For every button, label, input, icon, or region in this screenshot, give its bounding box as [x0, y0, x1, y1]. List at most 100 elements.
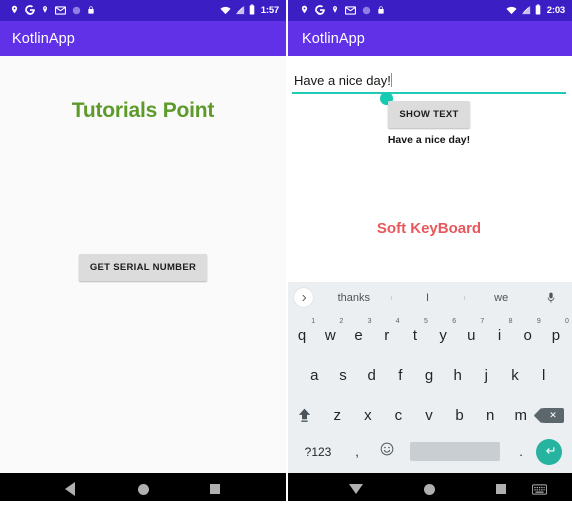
lock-icon — [377, 2, 385, 20]
edit-text-underline — [292, 92, 566, 94]
key-w-label: w — [324, 327, 336, 345]
key-r-label: r — [384, 327, 390, 345]
key-b[interactable]: b — [444, 396, 475, 435]
key-o-label: o — [523, 327, 532, 345]
key-e[interactable]: 3e — [344, 316, 372, 355]
key-y-number: 6 — [452, 318, 457, 325]
key-p-number: 0 — [565, 318, 569, 325]
mail-icon — [345, 2, 356, 20]
key-h[interactable]: h — [443, 356, 472, 395]
circle-icon — [362, 2, 371, 20]
bottom-white-strip — [0, 501, 572, 505]
soft-keyboard: thanks I we 1q 2w 3e 4r 5t 6 y 7 u 8 i 9… — [286, 282, 572, 473]
shift-icon[interactable] — [288, 396, 322, 435]
battery-icon — [249, 2, 255, 20]
show-text-button[interactable]: SHOW TEXT — [388, 101, 470, 128]
key-q[interactable]: 1q — [288, 316, 316, 355]
backspace-icon[interactable]: ✕ — [536, 396, 570, 435]
text-caret — [390, 73, 393, 87]
keyboard-rows: 1q 2w 3e 4r 5t 6y 7u 8i 9o 0p a s d f g … — [286, 313, 572, 473]
key-e-label: e — [354, 327, 363, 345]
key-l[interactable]: l — [529, 356, 558, 395]
location-pin-icon — [10, 2, 19, 20]
keyboard-row-3: z x c v b n m ✕ — [288, 396, 570, 435]
mail-icon — [55, 2, 66, 20]
google-g-icon — [25, 2, 35, 20]
signal-icon — [235, 2, 245, 20]
key-v[interactable]: v — [414, 396, 445, 435]
key-w-number: 2 — [339, 318, 344, 325]
suggestion-strip: thanks I we — [286, 282, 572, 313]
emoji-smiley-icon[interactable] — [372, 442, 402, 461]
key-t[interactable]: 5t — [401, 316, 429, 355]
get-serial-number-button[interactable]: GET SERIAL NUMBER — [78, 254, 208, 281]
key-c[interactable]: c — [383, 396, 414, 435]
location-pin-icon — [300, 2, 309, 20]
key-u-label: u — [467, 327, 476, 345]
key-t-label: t — [412, 327, 417, 345]
key-s[interactable]: s — [329, 356, 358, 395]
keyboard-row-2: a s d f g h j k l — [288, 356, 570, 395]
suggestion-3[interactable]: we — [464, 292, 538, 304]
left-status-icons — [10, 2, 95, 20]
microphone-icon[interactable] — [538, 291, 564, 305]
right-clock: 2:03 — [546, 5, 565, 16]
symbols-key[interactable]: ?123 — [294, 445, 342, 459]
circle-icon — [72, 2, 81, 20]
show-text-button-wrap: SHOW TEXT — [286, 101, 572, 128]
key-y[interactable]: 6y — [429, 316, 457, 355]
right-app-title: KotlinApp — [302, 30, 365, 47]
key-k[interactable]: k — [501, 356, 530, 395]
suggestion-2[interactable]: I — [390, 292, 465, 304]
key-e-number: 3 — [367, 318, 372, 325]
key-g[interactable]: g — [415, 356, 444, 395]
key-w[interactable]: 2w — [316, 316, 344, 355]
key-r[interactable]: 4r — [373, 316, 401, 355]
key-d[interactable]: d — [357, 356, 386, 395]
soft-keyboard-label: Soft KeyBoard — [376, 220, 482, 237]
battery-icon — [535, 2, 541, 20]
key-i-label: i — [497, 327, 502, 345]
google-g-icon — [315, 2, 325, 20]
key-z[interactable]: z — [322, 396, 353, 435]
chevron-right-icon[interactable] — [294, 288, 313, 307]
key-j[interactable]: j — [472, 356, 501, 395]
right-app-bar: KotlinApp — [286, 21, 572, 56]
key-f[interactable]: f — [386, 356, 415, 395]
key-q-label: q — [297, 327, 307, 345]
comma-key[interactable]: , — [342, 444, 372, 459]
tutorials-point-heading: Tutorials Point — [71, 99, 215, 122]
key-o[interactable]: 9o — [514, 316, 542, 355]
get-serial-number-button-wrap: GET SERIAL NUMBER — [0, 254, 286, 281]
backspace-x-glyph: ✕ — [549, 409, 557, 420]
left-phone-screen: 1:57 KotlinApp Tutorials Point GET SERIA… — [0, 0, 286, 505]
key-u[interactable]: 7u — [457, 316, 485, 355]
key-r-number: 4 — [395, 318, 400, 325]
wifi-icon — [506, 2, 517, 20]
keyboard-row-1: 1q 2w 3e 4r 5t 6y 7u 8i 9o 0p — [288, 315, 570, 356]
key-p-label: p — [551, 327, 561, 345]
left-clock: 1:57 — [260, 5, 279, 16]
left-app-title: KotlinApp — [12, 30, 75, 47]
key-t-number: 5 — [424, 318, 428, 325]
key-i[interactable]: 8i — [485, 316, 513, 355]
period-key[interactable]: . — [508, 444, 534, 459]
key-o-number: 9 — [536, 318, 541, 325]
left-app-bar: KotlinApp — [0, 21, 286, 56]
key-n[interactable]: n — [475, 396, 506, 435]
key-i-number: 8 — [508, 318, 513, 325]
key-a[interactable]: a — [300, 356, 329, 395]
edit-text-field[interactable]: Have a nice day! — [292, 73, 566, 92]
right-phone-screen: 2:03 KotlinApp Have a nice day! SHOW TEX… — [286, 0, 572, 505]
wifi-icon — [220, 2, 231, 20]
enter-return-icon[interactable] — [534, 438, 564, 465]
dual-phone-screenshot: 1:57 KotlinApp Tutorials Point GET SERIA… — [0, 0, 572, 505]
key-p[interactable]: 0p — [542, 316, 570, 355]
panel-divider — [286, 0, 288, 505]
suggestion-1[interactable]: thanks — [317, 292, 391, 304]
key-m[interactable]: m — [505, 396, 536, 435]
key-y-label: y — [439, 327, 447, 345]
key-u-number: 7 — [480, 318, 485, 325]
key-x[interactable]: x — [353, 396, 384, 435]
space-key[interactable] — [410, 442, 500, 462]
